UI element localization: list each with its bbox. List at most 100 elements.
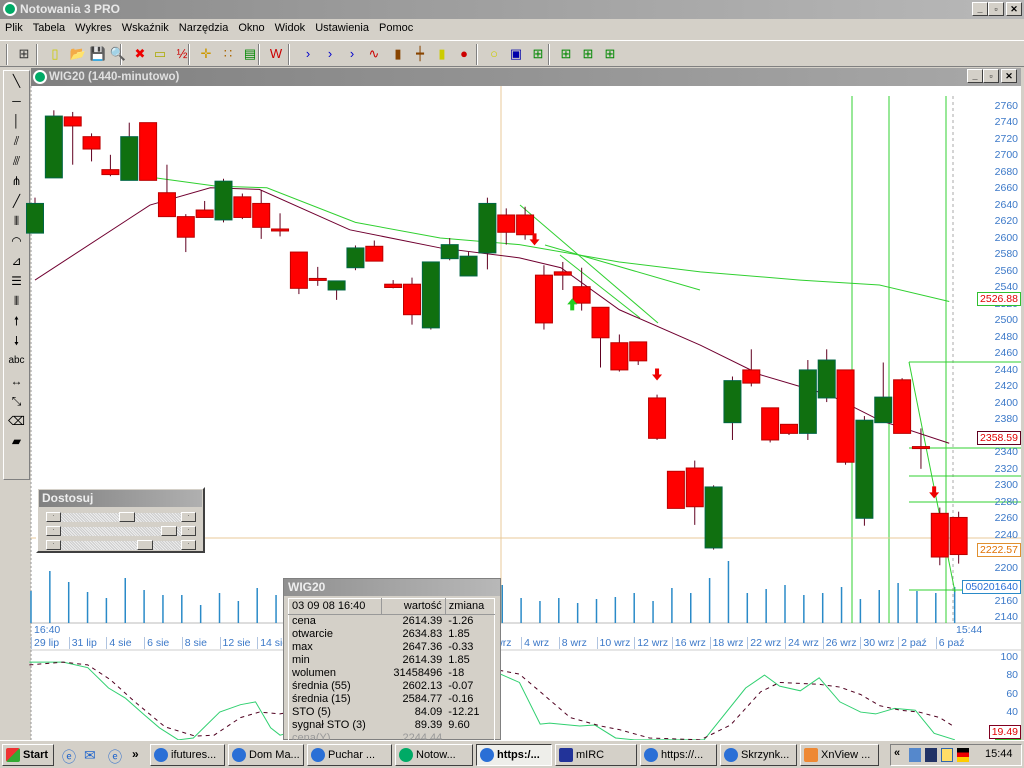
col-change-header: zmiana xyxy=(444,598,495,615)
candle-body xyxy=(534,274,553,324)
candle-body xyxy=(610,342,629,371)
candle xyxy=(817,349,836,403)
info-row: otwarcie 2634.83 1.85 xyxy=(289,628,495,641)
candle xyxy=(704,485,723,550)
candle xyxy=(629,341,648,365)
taskbar-item-label: Dom Ma... xyxy=(249,749,300,761)
candle xyxy=(761,407,780,443)
candle-body xyxy=(723,380,742,424)
candle-body xyxy=(855,419,874,519)
slider-right-button[interactable]: · xyxy=(181,540,196,550)
info-date: 03 09 08 16:40 xyxy=(288,598,382,615)
candle xyxy=(26,197,44,234)
candle-body xyxy=(365,245,384,262)
adjust-slider[interactable]: · · xyxy=(46,526,196,536)
taskbar-item[interactable]: Skrzynk... xyxy=(720,744,797,766)
slider-left-button[interactable]: · xyxy=(46,540,61,550)
candle-body xyxy=(157,192,176,218)
candle xyxy=(120,122,139,181)
candle xyxy=(101,154,120,177)
slider-thumb[interactable] xyxy=(160,526,177,536)
adjust-panel: Dostosuj · · · · · · xyxy=(36,487,205,553)
clock[interactable]: 15:44 xyxy=(985,748,1013,760)
candle-body xyxy=(893,379,912,434)
taskbar-item[interactable]: mIRC xyxy=(555,744,637,766)
tray-flag-icon[interactable] xyxy=(957,748,969,762)
slider-left-button[interactable]: · xyxy=(46,526,61,536)
candle xyxy=(384,280,403,289)
candle-body xyxy=(911,446,930,450)
start-button[interactable]: Start xyxy=(2,744,54,766)
taskbar-item[interactable]: Notow... xyxy=(395,744,473,766)
info-change: -12.21 xyxy=(448,706,480,718)
info-value: 2602.13 xyxy=(402,680,443,692)
candle-body xyxy=(289,251,308,289)
quicklaunch-ie-icon[interactable]: ⓔ xyxy=(62,747,76,767)
candle xyxy=(497,208,516,245)
candle xyxy=(233,193,252,220)
candle-body xyxy=(44,115,63,179)
taskbar-item-label: https:/... xyxy=(497,749,540,761)
tray-monitor-icon[interactable] xyxy=(941,748,953,762)
info-label: sygnał STO (3) xyxy=(292,719,366,731)
candle-body xyxy=(742,369,761,384)
info-label: STO (5) xyxy=(292,706,331,718)
info-change: 1.85 xyxy=(448,628,470,640)
slider-thumb[interactable] xyxy=(118,512,135,522)
info-value: 84.09 xyxy=(414,706,443,718)
candle xyxy=(836,369,855,465)
candle-body xyxy=(101,169,120,176)
candle-body xyxy=(591,306,610,339)
candle xyxy=(798,360,817,440)
candle-body xyxy=(478,202,497,254)
info-change: -0.16 xyxy=(448,693,474,705)
tray-expand-icon[interactable]: « xyxy=(894,747,900,759)
candle xyxy=(911,428,930,469)
taskbar-item[interactable]: ifutures... xyxy=(150,744,225,766)
quicklaunch-browser-icon[interactable]: ⓔ xyxy=(108,747,122,767)
candle-body xyxy=(176,216,195,238)
slider-left-button[interactable]: · xyxy=(46,512,61,522)
slider-thumb[interactable] xyxy=(136,540,153,550)
candle xyxy=(478,197,497,270)
candle xyxy=(648,394,667,440)
candle-body xyxy=(553,271,572,276)
candle-body xyxy=(26,202,44,234)
info-panel-title: WIG20 xyxy=(284,579,500,596)
candle xyxy=(893,378,912,434)
slider-right-button[interactable]: · xyxy=(181,526,196,536)
candle-body xyxy=(252,202,271,228)
taskbar-item[interactable]: https://... xyxy=(640,744,717,766)
quicklaunch-more-icon[interactable]: » xyxy=(132,747,139,761)
quicklaunch-outlook-icon[interactable]: ✉ xyxy=(84,747,96,764)
taskbar-item[interactable]: https:/... xyxy=(476,744,552,766)
candle-body xyxy=(629,341,648,362)
candle xyxy=(365,240,384,262)
candle xyxy=(252,190,271,239)
taskbar-app-icon xyxy=(399,748,413,762)
candle xyxy=(610,334,629,372)
candle-body xyxy=(308,277,327,281)
taskbar-item[interactable]: Dom Ma... xyxy=(228,744,304,766)
info-label: cena xyxy=(292,615,316,627)
slider-right-button[interactable]: · xyxy=(181,512,196,522)
candle-body xyxy=(572,286,591,304)
info-value: 2614.39 xyxy=(402,615,443,627)
taskbar-item[interactable]: Puchar ... xyxy=(307,744,392,766)
info-row: min 2614.39 1.85 xyxy=(289,654,495,667)
info-row: sygnał STO (3) 89.39 9.60 xyxy=(289,719,495,732)
price-chart[interactable] xyxy=(0,0,1024,740)
sell-signal-arrow-icon xyxy=(929,486,940,499)
taskbar-item[interactable]: XnView ... xyxy=(800,744,879,766)
adjust-slider[interactable]: · · xyxy=(46,540,196,550)
tray-app-icon[interactable] xyxy=(925,748,937,762)
tray-network-icon[interactable] xyxy=(909,748,921,762)
adjust-slider[interactable]: · · xyxy=(46,512,196,522)
candle xyxy=(403,277,421,325)
candle-body xyxy=(421,261,440,329)
candle-body xyxy=(120,136,139,181)
info-row: średnia (55) 2602.13 -0.07 xyxy=(289,680,495,693)
candle xyxy=(855,416,874,526)
info-value: 2647.36 xyxy=(402,641,443,653)
candle-body xyxy=(780,423,798,434)
